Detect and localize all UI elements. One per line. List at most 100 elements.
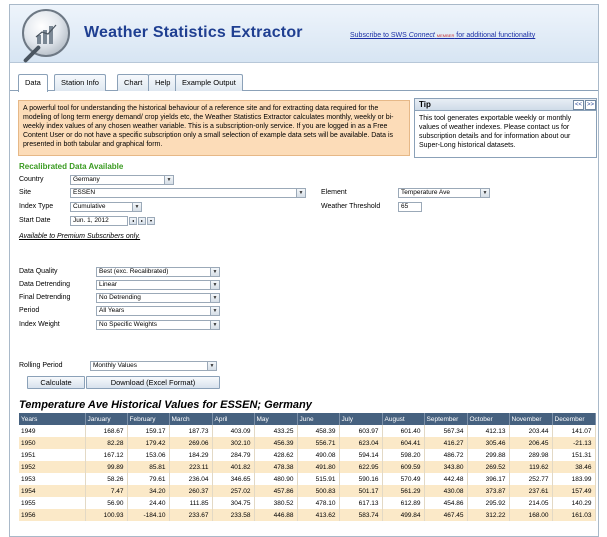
value-cell: 490.08 [297,449,340,461]
value-cell: 433.25 [254,425,298,437]
table-row: 1952 99.89 85.81 223.11 401.82 478.38 491.80 62… [19,461,596,473]
value-cell: 157.49 [552,485,596,497]
column-header: August [382,413,425,425]
country-value: Germany [73,176,100,183]
value-cell: 491.80 [297,461,340,473]
value-cell: 380.52 [254,497,298,509]
column-header: February [127,413,170,425]
element-label: Element [321,189,347,196]
value-cell: 168.67 [85,425,128,437]
index-type-select[interactable]: Cumulative ▼ [70,202,142,212]
rolling-period-select[interactable]: Monthly Values ▼ [90,361,217,371]
date-prev-icon[interactable]: ◂ [129,217,137,225]
value-cell: 446.88 [254,509,298,521]
table-row: 1953 58.26 79.61 236.04 346.65 480.90 515.91 59… [19,473,596,485]
value-cell: 99.89 [85,461,128,473]
element-select[interactable]: Temperature Ave ▼ [398,188,490,198]
value-cell: 159.17 [127,425,170,437]
data-quality-value: Best (exc. Recalibrated) [99,268,169,275]
index-weight-select[interactable]: No Specific Weights ▼ [96,320,220,330]
value-cell: 501.17 [339,485,383,497]
final-detrending-select[interactable]: No Detrending ▼ [96,293,220,303]
value-cell: 567.34 [424,425,468,437]
column-header: March [169,413,213,425]
rolling-period-value: Monthly Values [93,362,137,369]
historical-values-table: Years January February March April May June Jul… [19,413,596,521]
data-detrending-select[interactable]: Linear ▼ [96,280,220,290]
tab-example-output[interactable]: Example Output [175,74,243,91]
rolling-period-label: Rolling Period [19,362,63,369]
column-header: June [297,413,340,425]
value-cell: 179.42 [127,437,170,449]
value-cell: 583.74 [339,509,383,521]
value-cell: 257.02 [212,485,255,497]
period-label: Period [19,307,40,314]
site-select[interactable]: ESSEN ▼ [70,188,306,198]
chevron-down-icon: ▼ [210,321,219,329]
tip-next-button[interactable]: >> [585,100,596,110]
value-cell: 346.65 [212,473,255,485]
column-header: May [254,413,298,425]
value-cell: 467.45 [424,509,468,521]
value-cell: 56.90 [85,497,128,509]
table-row: 1956 100.93 -184.10 233.67 233.58 446.88 413.6… [19,509,596,521]
value-cell: 58.26 [85,473,128,485]
value-cell: 183.99 [552,473,596,485]
subscribe-link[interactable]: Subscribe to SWS Connect MEMBER for addi… [350,32,535,39]
year-cell: 1952 [19,461,86,473]
value-cell: 236.04 [169,473,213,485]
period-select[interactable]: All Years ▼ [96,306,220,316]
value-cell: 302.10 [212,437,255,449]
value-cell: 590.16 [339,473,383,485]
date-next-icon[interactable]: ▸ [138,217,146,225]
app-header: Weather Statistics Extractor Subscribe t… [10,5,598,64]
year-cell: 1950 [19,437,86,449]
period-value: All Years [99,307,125,314]
value-cell: 24.40 [127,497,170,509]
value-cell: 373.87 [467,485,510,497]
value-cell: 184.29 [169,449,213,461]
date-dropdown-icon[interactable]: ▾ [147,217,155,225]
chevron-down-icon: ▼ [480,189,489,197]
column-header: April [212,413,255,425]
value-cell: 79.61 [127,473,170,485]
value-cell: 442.48 [424,473,468,485]
calculate-button[interactable]: Calculate [27,376,85,389]
data-quality-label: Data Quality [19,268,58,275]
column-header: July [339,413,383,425]
value-cell: 617.13 [339,497,383,509]
tip-prev-button[interactable]: << [573,100,584,110]
value-cell: -21.13 [552,437,596,449]
tab-chart[interactable]: Chart [117,74,150,91]
table-row: 1950 82.28 179.42 269.06 302.10 456.39 556.71 6… [19,437,596,449]
value-cell: 223.11 [169,461,213,473]
table-row: 1949 168.67 159.17 187.73 403.09 433.25 458.39… [19,425,596,437]
column-header: November [509,413,553,425]
value-cell: 458.39 [297,425,340,437]
value-cell: -184.10 [127,509,170,521]
year-cell: 1949 [19,425,86,437]
value-cell: 203.44 [509,425,553,437]
tab-data[interactable]: Data [18,74,48,92]
index-type-value: Cumulative [73,203,106,210]
value-cell: 260.37 [169,485,213,497]
value-cell: 206.45 [509,437,553,449]
table-row: 1954 7.47 34.20 260.37 257.02 457.86 500.83 501… [19,485,596,497]
country-select[interactable]: Germany ▼ [70,175,174,185]
tab-help[interactable]: Help [148,74,178,91]
year-cell: 1955 [19,497,86,509]
tip-title-text: Tip [419,100,431,109]
download-excel-button[interactable]: Download (Excel Format) [86,376,220,389]
chevron-down-icon: ▼ [210,307,219,315]
bar-chart-icon [35,24,57,44]
tip-title: Tip [415,99,596,111]
start-date-input[interactable]: Jun. 1, 2012 [70,216,128,226]
chevron-down-icon: ▼ [210,281,219,289]
tab-station-info[interactable]: Station Info [54,74,106,91]
data-quality-select[interactable]: Best (exc. Recalibrated) ▼ [96,267,220,277]
column-header: September [424,413,468,425]
threshold-input[interactable]: 65 [398,202,422,212]
value-cell: 284.79 [212,449,255,461]
value-cell: 312.22 [467,509,510,521]
value-cell: 603.97 [339,425,383,437]
